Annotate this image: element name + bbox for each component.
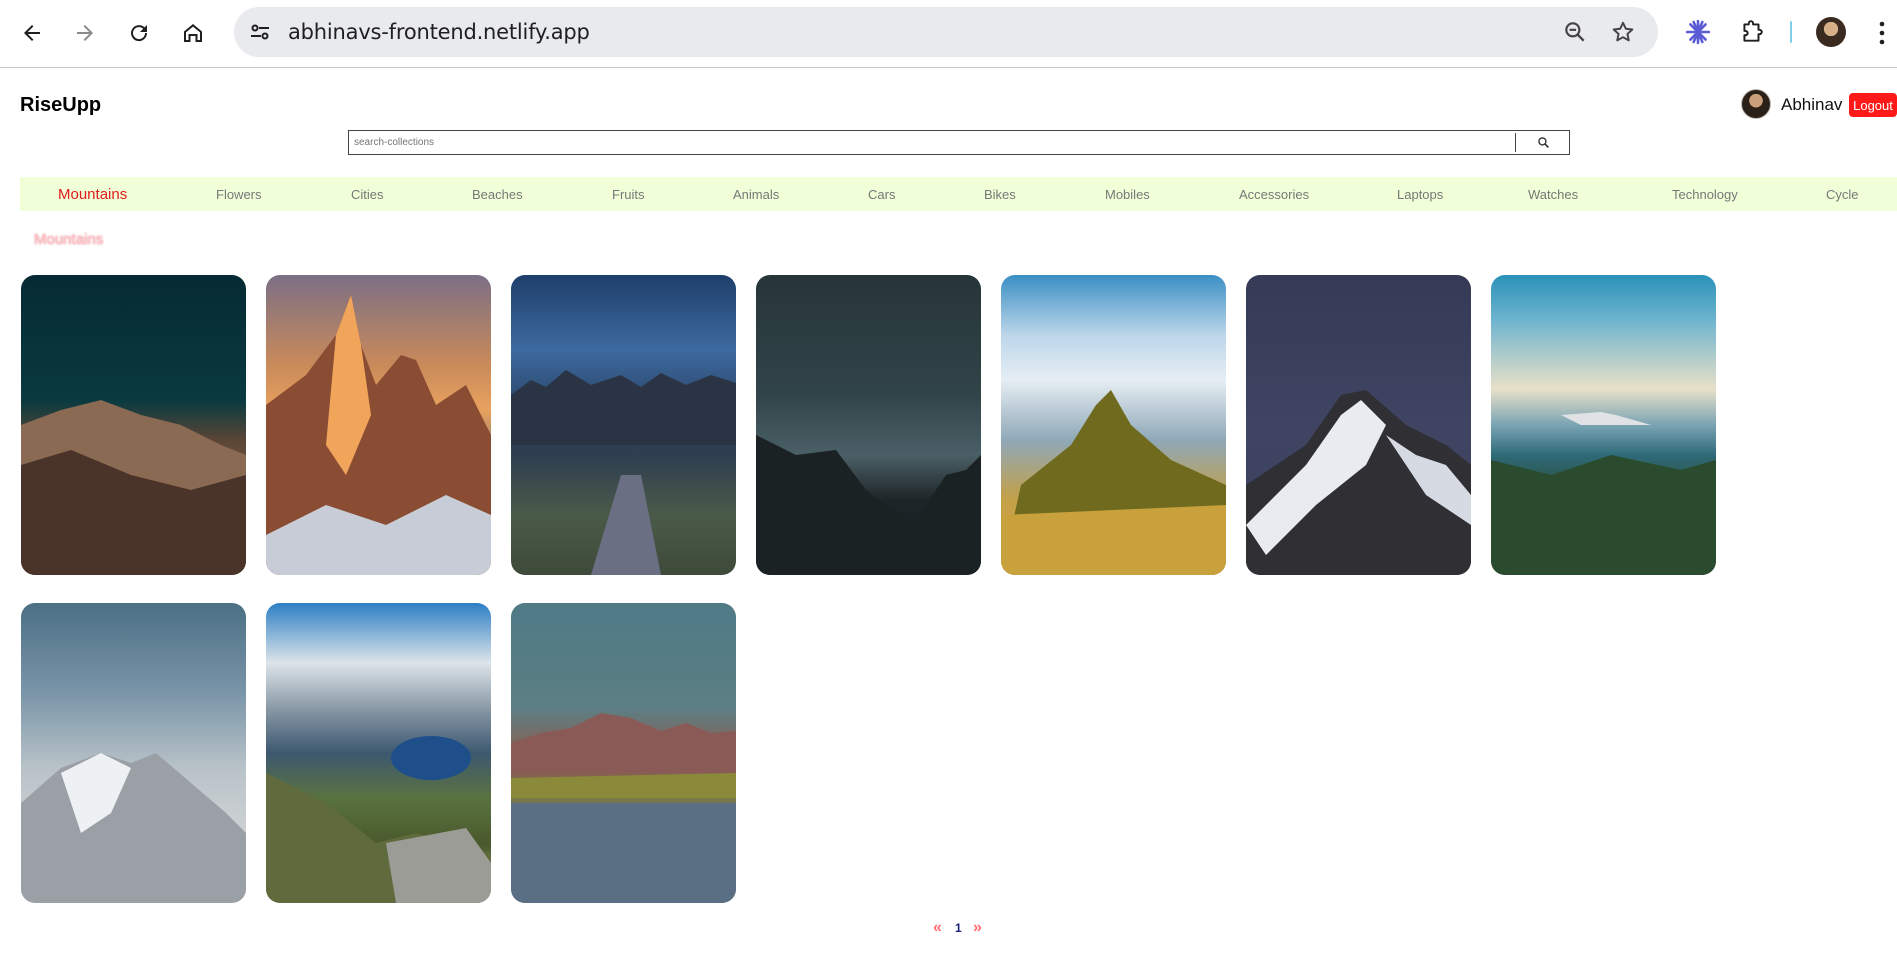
mountain-image <box>511 370 736 575</box>
logout-button[interactable]: Logout <box>1849 93 1897 117</box>
image-card[interactable] <box>266 603 491 903</box>
browser-toolbar: abhinavs-frontend.netlify.app <box>0 0 1897 68</box>
category-bikes[interactable]: Bikes <box>984 187 1016 202</box>
image-card[interactable] <box>266 275 491 575</box>
pagination-page[interactable]: 1 <box>955 921 962 935</box>
image-card[interactable] <box>756 275 981 575</box>
mountain-image <box>266 736 491 903</box>
address-bar[interactable]: abhinavs-frontend.netlify.app <box>234 7 1658 57</box>
forward-button[interactable] <box>66 14 104 52</box>
mountain-image <box>21 400 246 575</box>
mountain-image <box>1001 390 1226 575</box>
category-cities[interactable]: Cities <box>351 187 384 202</box>
brand-logo[interactable]: RiseUpp <box>20 94 101 117</box>
arrow-right-icon <box>77 25 93 41</box>
reload-button[interactable] <box>120 14 158 52</box>
category-accessories[interactable]: Accessories <box>1239 187 1309 202</box>
image-card[interactable] <box>511 603 736 903</box>
category-mobiles[interactable]: Mobiles <box>1105 187 1150 202</box>
browser-profile-avatar[interactable] <box>1816 17 1846 47</box>
category-flowers[interactable]: Flowers <box>216 187 262 202</box>
category-cycle[interactable]: Cycle <box>1826 187 1859 202</box>
site-settings-icon[interactable] <box>248 20 272 44</box>
mountain-image <box>1246 390 1471 575</box>
category-laptops[interactable]: Laptops <box>1397 187 1443 202</box>
search-icon <box>1537 137 1549 148</box>
avatar[interactable] <box>1741 89 1771 119</box>
category-watches[interactable]: Watches <box>1528 187 1578 202</box>
image-card[interactable] <box>1246 275 1471 575</box>
bookmark-star-icon[interactable] <box>1610 19 1636 45</box>
search-button[interactable] <box>1517 131 1569 154</box>
pagination-prev[interactable]: « <box>933 919 942 937</box>
image-card[interactable] <box>511 275 736 575</box>
section-title: Mountains <box>34 231 104 248</box>
category-beaches[interactable]: Beaches <box>472 187 523 202</box>
extensions-puzzle-icon[interactable] <box>1738 18 1766 46</box>
zoom-icon[interactable] <box>1562 19 1588 45</box>
image-card[interactable] <box>1001 275 1226 575</box>
category-mountains[interactable]: Mountains <box>58 186 127 203</box>
pagination: « 1 » <box>0 919 1897 939</box>
home-icon <box>184 24 202 42</box>
search-input[interactable] <box>349 131 1515 154</box>
image-card[interactable] <box>1491 275 1716 575</box>
mountain-image <box>756 435 981 575</box>
user-name: Abhinav <box>1781 95 1843 114</box>
mountain-image <box>266 295 491 575</box>
more-menu-icon[interactable] <box>1878 20 1886 46</box>
home-button[interactable] <box>174 14 212 52</box>
image-card[interactable] <box>21 275 246 575</box>
extension-asterisk-icon[interactable] <box>1684 18 1712 46</box>
mountain-image <box>1491 412 1716 575</box>
mountain-image <box>511 713 736 903</box>
pagination-next[interactable]: » <box>973 919 982 937</box>
back-button[interactable] <box>13 14 51 52</box>
category-animals[interactable]: Animals <box>733 187 779 202</box>
search-box <box>348 130 1570 155</box>
category-nav: Mountains Flowers Cities Beaches Fruits … <box>20 177 1897 211</box>
search-divider <box>1515 133 1516 152</box>
mountain-image <box>21 753 246 903</box>
category-fruits[interactable]: Fruits <box>612 187 645 202</box>
arrow-left-icon <box>24 25 40 41</box>
category-cars[interactable]: Cars <box>868 187 895 202</box>
category-technology[interactable]: Technology <box>1672 187 1738 202</box>
url-text[interactable]: abhinavs-frontend.netlify.app <box>288 20 590 44</box>
toolbar-divider <box>1790 21 1792 43</box>
reload-icon <box>131 25 148 42</box>
image-card[interactable] <box>21 603 246 903</box>
